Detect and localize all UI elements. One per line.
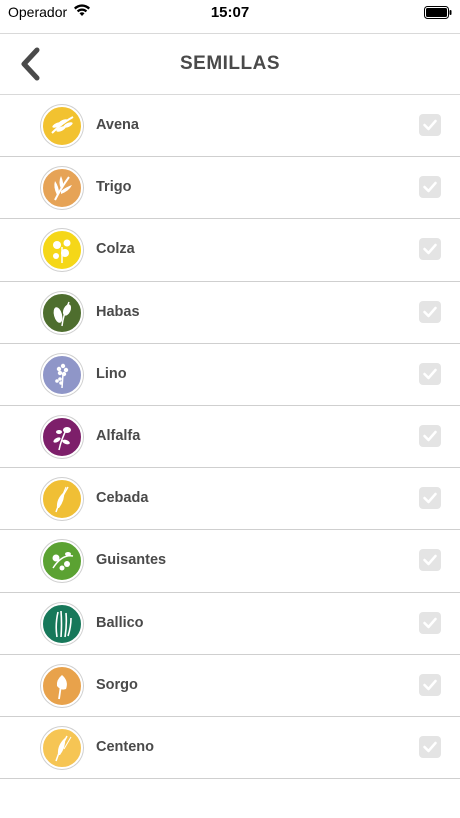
seed-list: Avena Trigo Colza Habas Lino Alfalfa Ceb… [0, 95, 460, 780]
seed-checkbox[interactable] [419, 487, 441, 510]
seed-name: Cebada [96, 490, 149, 507]
seed-name: Centeno [96, 738, 154, 755]
checkmark-icon [423, 181, 437, 193]
checkmark-icon [423, 119, 437, 131]
checkmark-icon [423, 617, 437, 628]
checkmark-icon [423, 679, 437, 690]
rapeseed-icon [41, 229, 83, 272]
checkmark-icon [423, 492, 437, 504]
seed-name: Ballico [96, 614, 144, 631]
ryegrass-icon [41, 602, 83, 645]
seed-checkbox[interactable] [419, 300, 441, 323]
list-item[interactable]: Alfalfa [0, 406, 460, 469]
list-item[interactable]: Sorgo [0, 655, 460, 717]
seed-name: Colza [96, 241, 135, 258]
alfalfa-icon [41, 415, 83, 458]
rye-icon [41, 726, 83, 769]
status-bar: Operador 15:07 [0, 0, 460, 26]
seed-checkbox[interactable] [419, 362, 441, 385]
list-item[interactable]: Centeno [0, 717, 460, 780]
seed-checkbox[interactable] [419, 238, 441, 261]
sorghum-icon [41, 664, 83, 707]
seed-name: Habas [96, 303, 140, 320]
seed-name: Guisantes [96, 552, 167, 569]
list-item[interactable]: Lino [0, 344, 460, 406]
seed-checkbox[interactable] [419, 424, 441, 447]
bean-icon [41, 291, 83, 334]
seed-checkbox[interactable] [419, 176, 441, 199]
list-item[interactable]: Trigo [0, 157, 460, 220]
barley-icon [41, 478, 83, 521]
seed-checkbox[interactable] [419, 611, 441, 634]
checkmark-icon [423, 244, 437, 255]
seed-name: Lino [96, 365, 127, 382]
checkmark-icon [423, 306, 437, 317]
seed-checkbox[interactable] [419, 549, 441, 572]
seed-checkbox[interactable] [419, 735, 441, 758]
list-item[interactable]: Avena [0, 95, 460, 158]
list-item[interactable]: Ballico [0, 593, 460, 655]
checkmark-icon [423, 741, 437, 753]
navigation-bar: SEMILLAS [0, 33, 460, 95]
pea-icon [41, 540, 83, 583]
list-item[interactable]: Cebada [0, 468, 460, 531]
seed-name: Trigo [96, 179, 132, 196]
list-item[interactable]: Guisantes [0, 530, 460, 593]
seed-checkbox[interactable] [419, 114, 441, 136]
seed-checkbox[interactable] [419, 673, 441, 696]
list-item[interactable]: Habas [0, 282, 460, 344]
seed-name: Sorgo [96, 676, 138, 693]
oat-icon [41, 105, 83, 147]
flax-icon [41, 353, 83, 396]
wheat-icon [41, 167, 83, 210]
checkmark-icon [423, 555, 437, 566]
list-item[interactable]: Colza [0, 219, 460, 282]
checkmark-icon [423, 368, 437, 379]
page-title: SEMILLAS [179, 53, 281, 74]
status-time: 15:07 [210, 4, 250, 21]
seed-name: Alfalfa [96, 427, 141, 444]
checkmark-icon [423, 430, 437, 442]
seed-name: Avena [96, 117, 139, 133]
battery-icon [424, 6, 452, 22]
